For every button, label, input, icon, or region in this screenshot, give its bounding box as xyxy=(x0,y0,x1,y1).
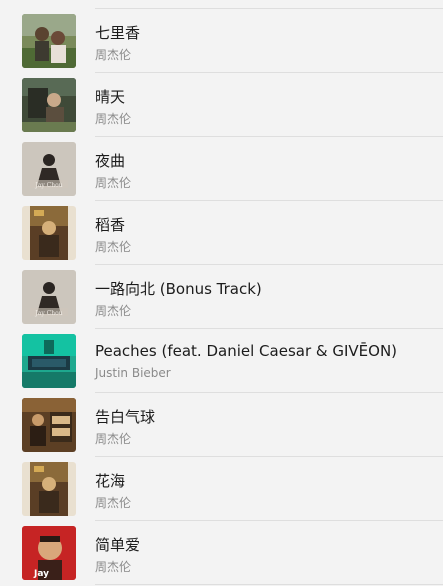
song-artist: 周杰伦 xyxy=(95,496,132,510)
song-title: 稻香 xyxy=(95,216,126,234)
song-list: 七里香 周杰伦 晴天 周杰伦 Jay Chou 夜曲 周杰伦 稻香 周杰伦 Ja… xyxy=(0,0,443,586)
song-row[interactable]: 稻香 周杰伦 xyxy=(0,201,443,265)
song-title: 一路向北 (Bonus Track) xyxy=(95,280,262,298)
song-artist: 周杰伦 xyxy=(95,304,132,318)
song-row[interactable]: 晴天 周杰伦 xyxy=(0,73,443,137)
album-cover xyxy=(22,78,76,132)
album-cover xyxy=(22,14,76,68)
row-divider xyxy=(95,584,443,585)
svg-text:Jay: Jay xyxy=(33,569,49,579)
song-artist: 周杰伦 xyxy=(95,48,132,62)
song-row[interactable]: Peaches (feat. Daniel Caesar & GIVĒON) J… xyxy=(0,329,443,393)
song-row[interactable]: Jay Chou 一路向北 (Bonus Track) 周杰伦 xyxy=(0,265,443,329)
song-artist: 周杰伦 xyxy=(95,240,132,254)
svg-text:Jay Chou: Jay Chou xyxy=(34,182,62,189)
song-artist: 周杰伦 xyxy=(95,176,132,190)
album-cover: Jay Chou xyxy=(22,270,76,324)
album-cover: Jay xyxy=(22,526,76,580)
song-title: 告白气球 xyxy=(95,408,156,426)
song-row[interactable]: 告白气球 周杰伦 xyxy=(0,393,443,457)
song-title: Peaches (feat. Daniel Caesar & GIVĒON) xyxy=(95,342,398,360)
song-artist: 周杰伦 xyxy=(95,432,132,446)
song-row[interactable]: Jay Chou 夜曲 周杰伦 xyxy=(0,137,443,201)
album-cover xyxy=(22,398,76,452)
song-title: 夜曲 xyxy=(95,152,126,170)
song-title: 晴天 xyxy=(95,88,126,106)
album-cover xyxy=(22,334,76,388)
song-row[interactable]: 花海 周杰伦 xyxy=(0,457,443,521)
album-cover xyxy=(22,206,76,260)
svg-text:Jay Chou: Jay Chou xyxy=(34,310,62,317)
song-title: 花海 xyxy=(95,472,126,490)
song-title: 七里香 xyxy=(95,24,141,42)
song-row[interactable]: Jay 简单爱 周杰伦 xyxy=(0,521,443,585)
album-cover xyxy=(22,462,76,516)
album-cover: Jay Chou xyxy=(22,142,76,196)
song-artist: 周杰伦 xyxy=(95,560,132,574)
song-artist: 周杰伦 xyxy=(95,112,132,126)
song-title: 简单爱 xyxy=(95,536,141,554)
song-artist: Justin Bieber xyxy=(95,366,171,380)
song-row[interactable]: 七里香 周杰伦 xyxy=(0,9,443,73)
